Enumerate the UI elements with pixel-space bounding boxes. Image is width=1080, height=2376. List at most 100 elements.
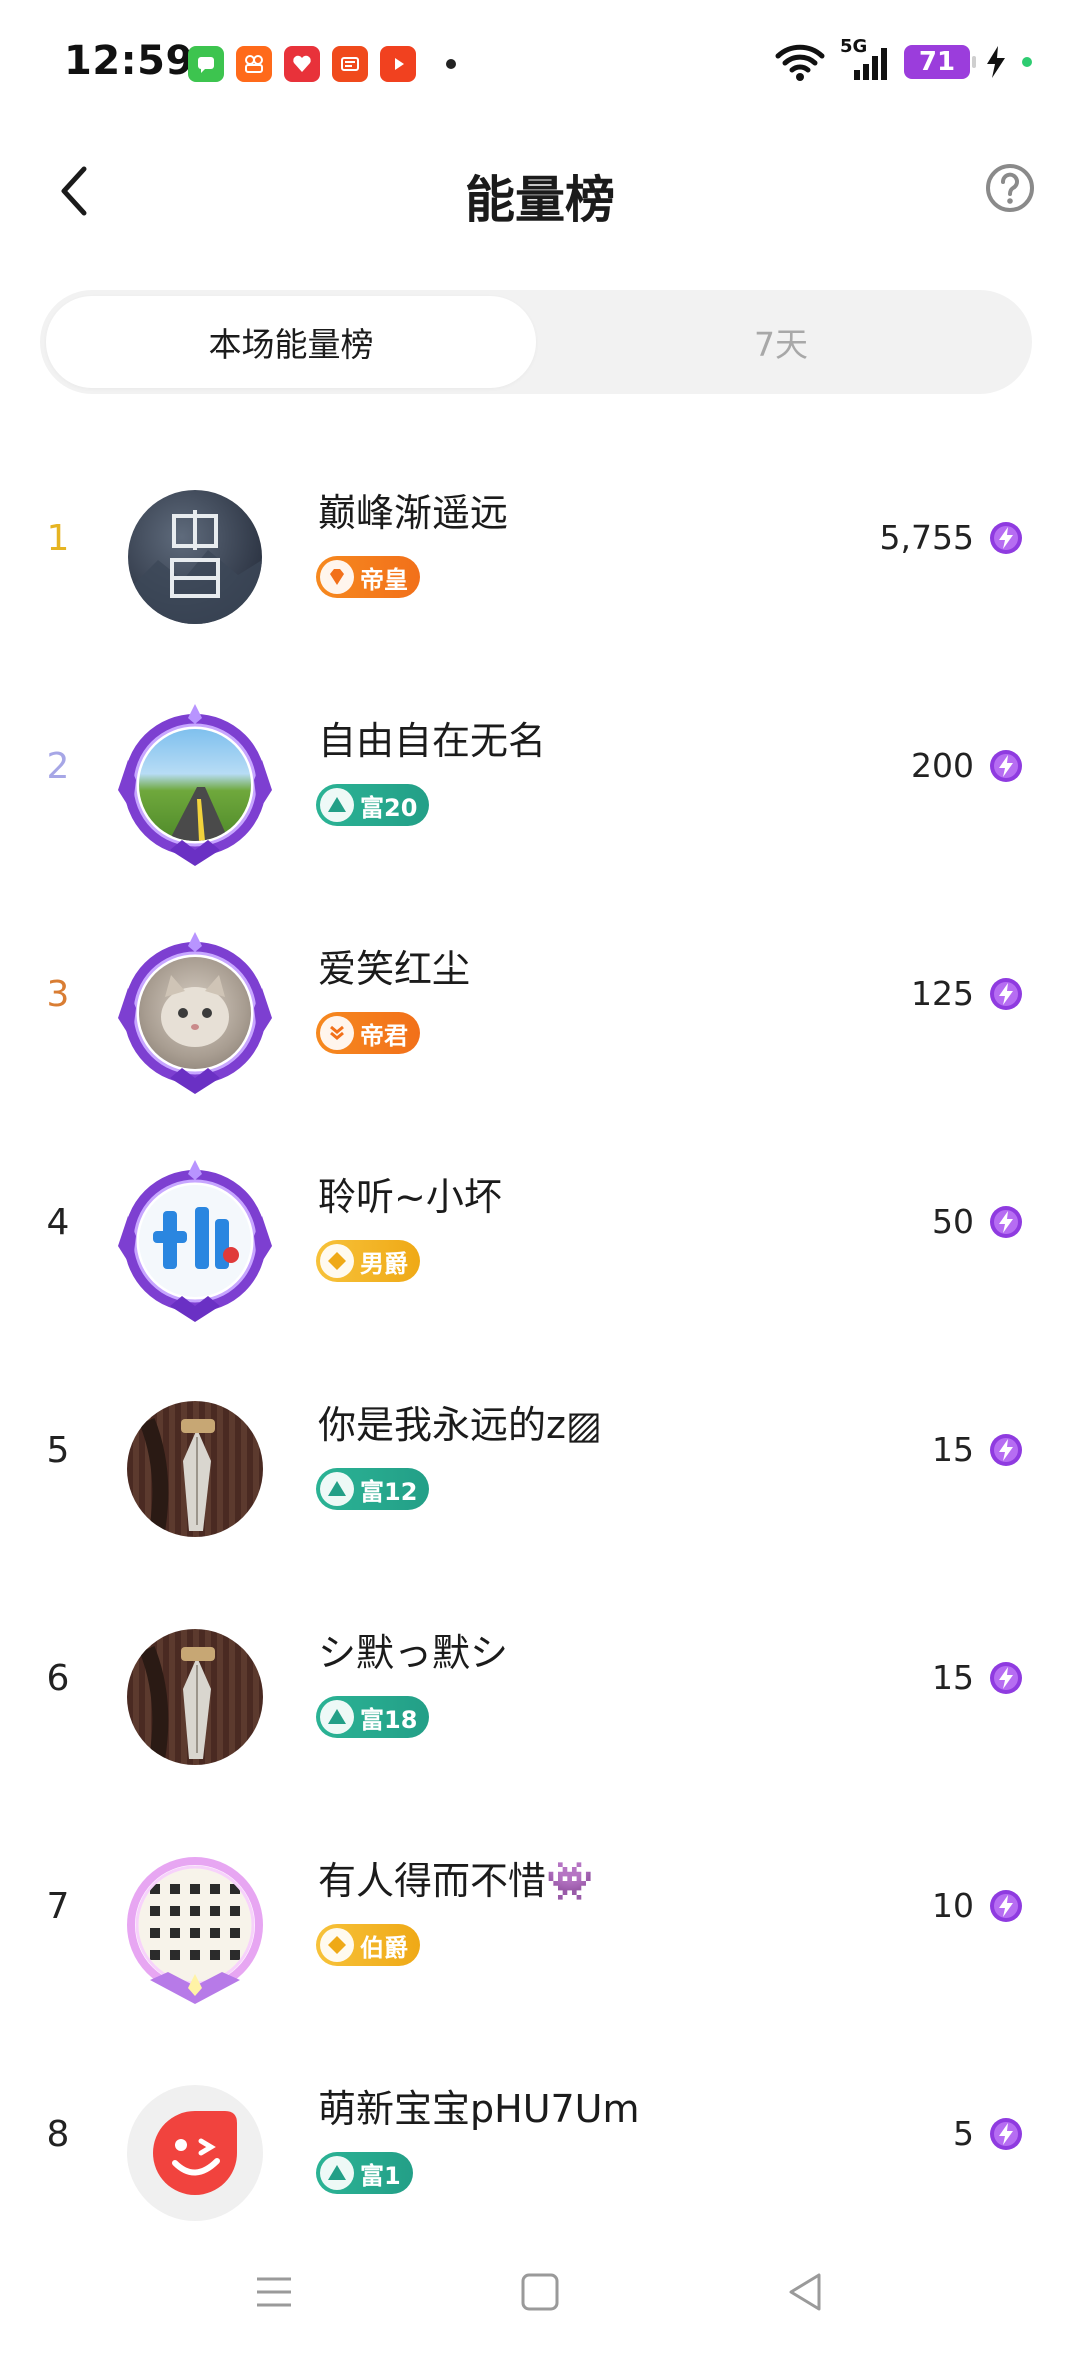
level-badge: 帝君 [316,1012,420,1054]
dagger-art [139,1646,215,1761]
chinese-text-pattern-art [150,1884,240,1960]
status-time: 12:59 [64,38,194,84]
energy-bolt-icon [990,522,1022,554]
avatar [110,1384,280,1554]
rank-number: 2 [46,746,70,787]
diamond-icon [320,560,354,594]
rank-number: 3 [46,974,70,1015]
system-icons: 5G 71 [774,36,1032,82]
level-badge: 帝皇 [316,556,420,598]
battery-icon: 71 [904,45,976,79]
avatar-image [127,2085,263,2221]
energy-bolt-icon [990,1662,1022,1694]
ranking-row[interactable]: 4 聆听~小坏 男爵 50 [0,1116,1080,1344]
avatar [110,928,280,1098]
wink-face-icon [153,2111,237,2195]
privacy-indicator-dot [1022,57,1032,67]
notification-icons [188,46,456,82]
avatar-image [139,1185,251,1297]
ranking-row[interactable]: 3 爱笑红尘 帝君 125 [0,888,1080,1116]
charging-icon [987,46,1005,78]
page-title: 能量榜 [465,171,615,229]
triangle-back-icon [789,2273,821,2311]
more-notifications-dot [446,59,456,69]
user-name: 萌新宝宝pHU7Um [318,2087,640,2131]
status-bar: 12:59 5G 71 [0,0,1080,130]
avatar [110,700,280,870]
battery-level: 71 [918,47,956,77]
calligraphy-avatar-art [128,510,262,624]
avatar [110,1156,280,1326]
user-name: シ默っ默シ [318,1631,509,1675]
avatar [110,472,280,642]
tab-current-session[interactable]: 本场能量榜 [46,296,536,388]
level-badge: 富12 [316,1468,430,1510]
rank-triangle-icon [320,2156,354,2190]
badge-label: 富18 [360,1705,418,1734]
level-badge: 富20 [316,784,430,826]
energy-bolt-icon [990,978,1022,1010]
rank-number: 5 [46,1430,70,1471]
tab-7-days[interactable]: 7天 [536,296,1026,388]
rank-number: 4 [46,1202,70,1243]
cartoon-glyph-art [153,1207,239,1269]
rank-triangle-icon [320,1472,354,1506]
app-icon [236,46,272,82]
user-name: 有人得而不惜👾 [318,1859,594,1903]
avatar-image [128,490,262,624]
ranking-row[interactable]: 2 自由自在无名 富20 200 [0,660,1080,888]
energy-score: 15 [932,1430,974,1469]
home-square-icon [521,2273,559,2311]
energy-bolt-icon [990,2118,1022,2150]
ranking-row[interactable]: 8 萌新宝宝pHU7Um 富1 5 [0,2028,1080,2256]
energy-score: 5,755 [879,518,974,557]
badge-label: 帝君 [360,1021,408,1050]
level-badge: 伯爵 [316,1924,420,1966]
energy-score: 5 [953,2114,974,2153]
level-badge: 男爵 [316,1240,420,1282]
rank-number: 6 [46,1658,70,1699]
energy-score: 10 [932,1886,974,1925]
level-badge: 富1 [316,2152,413,2194]
rank-number: 1 [46,518,70,559]
energy-score: 50 [932,1202,974,1241]
cat-photo-art [161,975,229,1047]
question-circle-icon [986,164,1034,212]
badge-label: 帝皇 [360,565,408,594]
wifi-icon [775,44,825,81]
ranking-row[interactable]: 5 你是我永远的z▨ 富12 15 [0,1344,1080,1572]
badge-label: 富12 [360,1477,418,1506]
menu-button[interactable] [244,2262,304,2322]
energy-score: 200 [911,746,974,785]
avatar-image [127,1401,263,1537]
user-name: 巅峰渐遥远 [318,491,509,535]
energy-bolt-icon [990,750,1022,782]
system-navigation-bar [0,2224,1080,2376]
avatar-image [139,729,251,841]
energy-score: 15 [932,1658,974,1697]
energy-bolt-icon [990,1890,1022,1922]
avatar-image [136,1866,254,1984]
energy-bolt-icon [990,1206,1022,1238]
ranking-row[interactable]: 1 巅峰渐遥远 帝皇 5,755 [0,432,1080,660]
ranking-row[interactable]: 7 有人得而不惜👾 伯爵 10 [0,1800,1080,2028]
badge-label: 伯爵 [360,1933,408,1962]
diamond-badge-icon [320,1244,354,1278]
badge-label: 富1 [360,2161,401,2190]
level-badge: 富18 [316,1696,430,1738]
help-button[interactable] [980,158,1040,218]
signal-icon: 5G [840,36,890,82]
ranking-row[interactable]: 6 シ默っ默シ 富18 15 [0,1572,1080,1800]
road-landscape-art [169,787,229,841]
ranking-tabs: 本场能量榜 7天 [40,290,1032,394]
messages-icon [188,46,224,82]
rank-number: 8 [46,2114,70,2155]
avatar [110,2068,280,2238]
double-chevron-icon [320,1016,354,1050]
ranking-list: 1 巅峰渐遥远 帝皇 5,755 2 自由自在无名 富20 200 3 爱笑红尘… [0,432,1080,2256]
home-button[interactable] [510,2262,570,2322]
nav-back-button[interactable] [776,2262,836,2322]
user-name: 聆听~小坏 [318,1175,502,1219]
video-icon [380,46,416,82]
page-header: 能量榜 [0,130,1080,260]
